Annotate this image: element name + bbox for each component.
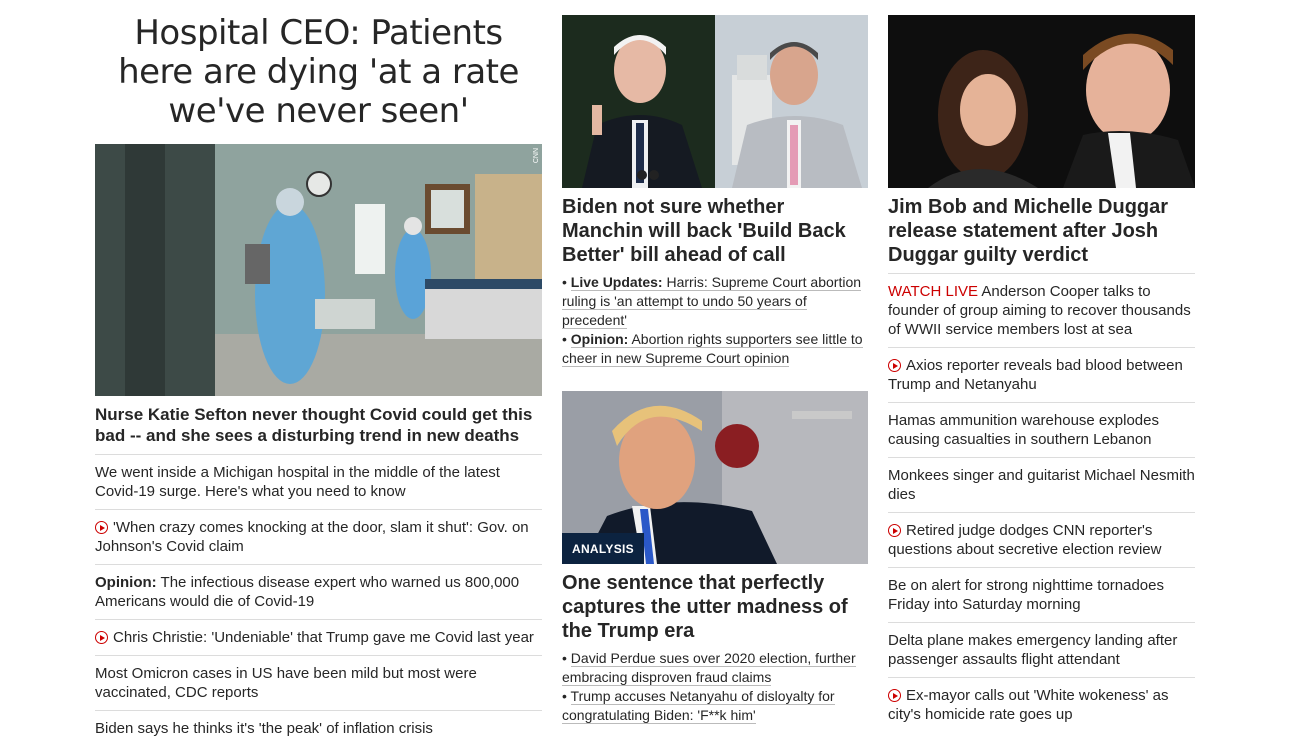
story-item[interactable]: Hamas ammunition warehouse explodes caus…: [888, 402, 1195, 457]
story-item[interactable]: 'When crazy comes knocking at the door, …: [95, 509, 542, 564]
story-item[interactable]: Monkees singer and guitarist Michael Nes…: [888, 457, 1195, 512]
play-video-icon: [95, 631, 108, 644]
related-link[interactable]: • Trump accuses Netanyahu of disloyalty …: [562, 687, 868, 725]
related-link[interactable]: • Opinion: Abortion rights supporters se…: [562, 330, 868, 368]
column-left: Hospital CEO: Patients here are dying 'a…: [95, 0, 542, 746]
story-item[interactable]: Delta plane makes emergency landing afte…: [888, 622, 1195, 677]
story-text: Delta plane makes emergency landing afte…: [888, 632, 1178, 668]
play-video-icon: [95, 521, 108, 534]
related-link-text: Trump accuses Netanyahu of disloyalty fo…: [562, 688, 835, 724]
trump-photo[interactable]: ANALYSIS: [562, 391, 868, 564]
biden-manchin-photo[interactable]: [562, 15, 868, 188]
story-text: We went inside a Michigan hospital in th…: [95, 464, 500, 500]
analysis-badge: ANALYSIS: [562, 533, 644, 564]
main-headline[interactable]: Hospital CEO: Patients here are dying 'a…: [95, 14, 542, 131]
opinion-label: Opinion:: [570, 331, 629, 347]
watch-live-label: WATCH LIVE: [888, 283, 979, 300]
story-item[interactable]: Chris Christie: 'Undeniable' that Trump …: [95, 619, 542, 655]
play-video-icon: [888, 689, 901, 702]
story-item[interactable]: Most Omicron cases in US have been mild …: [95, 655, 542, 710]
play-video-icon: [888, 359, 901, 372]
story-item[interactable]: Be on alert for strong nighttime tornado…: [888, 567, 1195, 622]
story-text: Biden says he thinks it's 'the peak' of …: [95, 720, 433, 737]
related-link-text: David Perdue sues over 2020 election, fu…: [562, 650, 856, 686]
trump-era-title[interactable]: One sentence that perfectly captures the…: [562, 571, 868, 643]
live-updates-label: Live Updates:: [570, 274, 663, 290]
story-text: 'When crazy comes knocking at the door, …: [95, 519, 529, 555]
cnn-watermark: CNN: [533, 148, 540, 164]
biden-manchin-title[interactable]: Biden not sure whether Manchin will back…: [562, 195, 868, 267]
duggar-title[interactable]: Jim Bob and Michelle Duggar release stat…: [888, 195, 1195, 267]
related-link[interactable]: • David Perdue sues over 2020 election, …: [562, 649, 868, 687]
play-video-icon: [888, 524, 901, 537]
story-text: Most Omicron cases in US have been mild …: [95, 665, 477, 701]
column-right: Jim Bob and Michelle Duggar release stat…: [888, 0, 1195, 732]
biden-manchin-image: [562, 15, 868, 188]
story-text: Axios reporter reveals bad blood between…: [888, 357, 1183, 393]
column-middle: Biden not sure whether Manchin will back…: [562, 0, 868, 725]
story-item[interactable]: Opinion: The infectious disease expert w…: [95, 564, 542, 619]
story-item[interactable]: We went inside a Michigan hospital in th…: [95, 454, 542, 509]
story-text: Chris Christie: 'Undeniable' that Trump …: [113, 629, 534, 646]
story-text: Monkees singer and guitarist Michael Nes…: [888, 467, 1195, 503]
duggar-image: [888, 15, 1195, 188]
story-item[interactable]: Axios reporter reveals bad blood between…: [888, 347, 1195, 402]
lead-story-title[interactable]: Nurse Katie Sefton never thought Covid c…: [95, 404, 542, 446]
story-text: The infectious disease expert who warned…: [95, 574, 520, 610]
duggar-photo[interactable]: [888, 15, 1195, 188]
story-item[interactable]: Retired judge dodges CNN reporter's ques…: [888, 512, 1195, 567]
story-text: Be on alert for strong nighttime tornado…: [888, 577, 1164, 613]
story-text: Hamas ammunition warehouse explodes caus…: [888, 412, 1159, 448]
story-text: Ex-mayor calls out 'White wokeness' as c…: [888, 687, 1169, 723]
hospital-photo[interactable]: CNN: [95, 144, 542, 396]
related-link[interactable]: • Live Updates: Harris: Supreme Court ab…: [562, 273, 868, 330]
story-text: Retired judge dodges CNN reporter's ques…: [888, 522, 1162, 558]
hospital-scene-image: [95, 144, 542, 396]
opinion-label: Opinion:: [95, 574, 157, 591]
story-item[interactable]: WATCH LIVE Anderson Cooper talks to foun…: [888, 273, 1195, 347]
story-item[interactable]: Biden says he thinks it's 'the peak' of …: [95, 710, 542, 746]
story-item[interactable]: Ex-mayor calls out 'White wokeness' as c…: [888, 677, 1195, 732]
